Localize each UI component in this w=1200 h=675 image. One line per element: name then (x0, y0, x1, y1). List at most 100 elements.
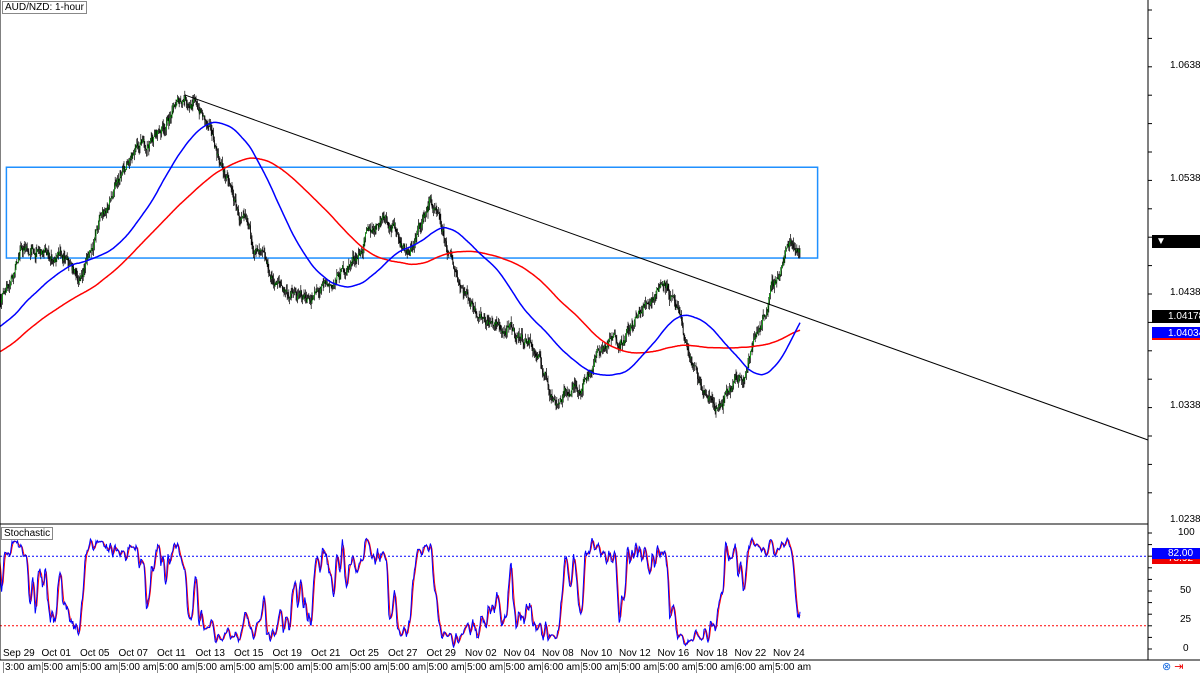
candle-bull (29, 254, 30, 256)
candle-bull (165, 129, 166, 131)
candle-bull (242, 215, 244, 217)
candle-bear (395, 228, 397, 233)
candle-bear (632, 323, 634, 327)
candle-bear (763, 315, 765, 316)
candle-bear (684, 339, 686, 342)
candle-bear (662, 284, 664, 286)
candle-bull (214, 146, 216, 148)
candle-bull (796, 248, 798, 251)
candle-bear (406, 250, 407, 254)
candle-bear (118, 178, 119, 183)
candle-bear (798, 249, 800, 253)
candle-bear (232, 189, 234, 196)
candle-bull (733, 382, 734, 385)
candle-bear (672, 295, 674, 297)
candle-bear (550, 394, 551, 398)
candle-bull (94, 236, 96, 239)
candle-bull (651, 297, 653, 302)
candle-bear (331, 284, 333, 288)
candle-bear (514, 328, 515, 334)
candle-bear (542, 368, 543, 373)
candle-bear (250, 232, 252, 240)
time-label: 5:00 am (41, 662, 80, 673)
candle-bull (798, 249, 799, 253)
candle-bear (445, 240, 446, 242)
candle-bear (739, 375, 741, 378)
candle-bull (26, 246, 27, 248)
time-label: 5:00 am (80, 662, 119, 673)
candle-bull (425, 212, 426, 216)
candle-bull (670, 297, 671, 300)
candle-bull (572, 386, 574, 388)
candle-bull (620, 339, 622, 344)
time-label: 6:00 am (734, 662, 773, 673)
candle-bear (186, 99, 187, 103)
candle-bull (59, 249, 61, 252)
candle-bear (700, 382, 702, 386)
candle-bull (611, 337, 613, 340)
candle-bear (12, 276, 14, 278)
candle-bull (10, 282, 11, 287)
candle-bull (179, 100, 181, 103)
candle-bull (624, 340, 626, 344)
candle-bear (370, 231, 372, 233)
link-icon[interactable]: ⊗ (1162, 661, 1171, 673)
candle-bear (354, 258, 355, 261)
candle-bull (418, 225, 419, 231)
candle-bull (171, 111, 173, 117)
candle-bear (247, 221, 249, 223)
candle-bull (298, 293, 299, 296)
candle-bear (24, 247, 26, 250)
scroll-to-end-icon[interactable]: ⇥ (1174, 661, 1183, 673)
candle-bear (200, 109, 202, 112)
candle-bull (346, 269, 348, 275)
candle-bull (416, 233, 418, 238)
candle-bear (106, 208, 108, 211)
candle-bull (246, 217, 247, 218)
candle-bear (710, 397, 712, 399)
time-label: 5:00 am (580, 662, 619, 673)
candle-bull (172, 105, 174, 112)
candle-bull (525, 338, 526, 343)
candle-bull (486, 321, 488, 324)
candle-bull (254, 250, 256, 252)
candle-bull (626, 328, 628, 331)
candle-bull (518, 333, 519, 337)
candle-bear (326, 281, 328, 286)
candle-bear (548, 385, 550, 390)
candle-bear (545, 371, 546, 374)
candle-bear (569, 393, 570, 397)
candle-bull (480, 313, 482, 319)
candle-bear (498, 324, 499, 326)
candle-bull (753, 339, 754, 346)
candle-bull (770, 288, 771, 295)
candle-bull (365, 233, 366, 238)
candle-bear (774, 280, 776, 284)
time-label: 5:00 am (118, 662, 157, 673)
candle-bull (625, 335, 626, 341)
candle-bull (626, 330, 627, 336)
candle-bull (82, 271, 84, 277)
candle-bull (648, 304, 650, 305)
candle-bull (527, 339, 529, 344)
candle-bull (193, 99, 194, 102)
candle-bear (279, 281, 281, 283)
candle-bull (589, 374, 590, 377)
candle-bear (587, 374, 589, 376)
candle-bear (497, 321, 498, 325)
candle-bear (318, 291, 320, 294)
candle-bull (692, 364, 694, 366)
candle-bear (482, 317, 483, 319)
candle-bull (738, 375, 740, 380)
candle-bull (781, 265, 782, 271)
candle-bear (549, 389, 550, 395)
candle-bull (31, 246, 33, 250)
candle-bear (566, 389, 568, 393)
candle-bear (719, 404, 721, 406)
candle-bull (50, 259, 51, 260)
time-label: 5:00 am (311, 662, 350, 673)
candle-bear (446, 241, 447, 248)
candle-bull (659, 286, 661, 288)
candle-bull (277, 282, 278, 283)
candle-bull (315, 290, 317, 293)
